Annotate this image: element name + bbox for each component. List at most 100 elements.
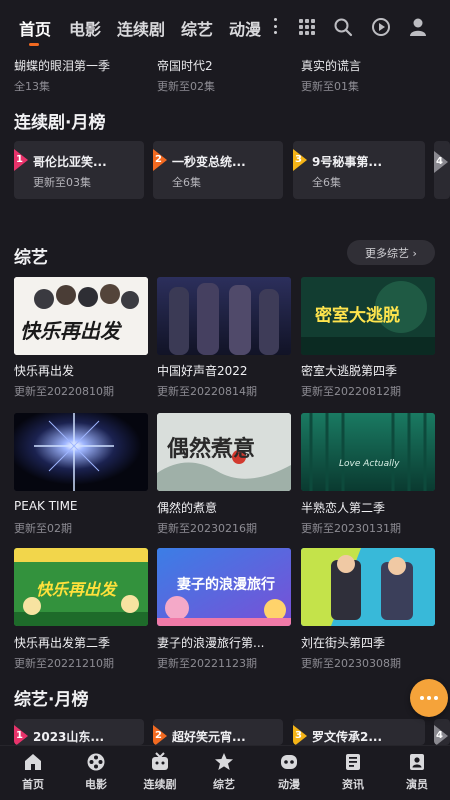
tabs-overflow-indicator [274, 18, 277, 34]
rank-item-name: 超好笑元宵... [172, 730, 246, 744]
variety-title[interactable]: PEAK TIME [14, 499, 78, 513]
recent-item-title[interactable]: 真实的谎言 [301, 57, 361, 74]
variety-title[interactable]: 妻子的浪漫旅行第... [157, 634, 264, 651]
recent-item-sub: 更新至02集 [157, 80, 215, 93]
poster-title-art: 偶然煮意 [167, 436, 256, 462]
variety-sub: 更新至20220812期 [301, 385, 401, 398]
poster-title-art: Love Actually [339, 459, 400, 469]
rank-badge: 4 [434, 725, 448, 745]
variety-poster[interactable]: Love Actually [301, 413, 435, 491]
play-history-icon[interactable] [371, 17, 391, 37]
variety-rank-card[interactable]: 4 [434, 719, 450, 745]
bottom-nav-variety[interactable]: 综艺 [199, 752, 249, 792]
bottom-nav-label: 首页 [22, 778, 44, 791]
variety-title[interactable]: 刘在街头第四季 [301, 634, 385, 651]
bottom-nav-label: 资讯 [342, 778, 364, 791]
variety-poster[interactable] [301, 548, 435, 626]
variety-sub: 更新至20230131期 [301, 522, 401, 535]
rank-badge: 1 [14, 149, 28, 171]
variety-rank-heading: 综艺·月榜 [14, 690, 89, 710]
rank-badge: 2 [153, 725, 167, 745]
rank-item-sub: 全6集 [312, 176, 341, 189]
news-icon [343, 752, 363, 772]
variety-title[interactable]: 中国好声音2022 [157, 362, 248, 379]
recent-item-sub: 更新至01集 [301, 80, 359, 93]
rank-item-sub: 全6集 [172, 176, 201, 189]
bottom-nav-label: 演员 [406, 778, 428, 791]
recent-item-title[interactable]: 帝国时代2 [157, 57, 213, 74]
user-profile-icon[interactable] [408, 17, 428, 37]
tab-home[interactable]: 首页 [19, 16, 51, 40]
bottom-navigation: 首页 电影 连续剧 综艺 动漫 资讯 演员 [0, 745, 450, 800]
film-reel-icon [86, 752, 106, 772]
variety-sub: 更新至02期 [14, 522, 72, 535]
star-icon [214, 752, 234, 772]
tab-variety[interactable]: 综艺 [181, 16, 213, 40]
actor-icon [407, 752, 427, 772]
recent-item-sub: 全13集 [14, 80, 50, 93]
tab-anime[interactable]: 动漫 [229, 16, 261, 40]
poster-title-art: 妻子的浪漫旅行 [177, 577, 275, 593]
rank-badge: 3 [293, 725, 307, 745]
rank-item-name: 2023山东... [33, 730, 105, 744]
bottom-nav-label: 动漫 [278, 778, 300, 791]
variety-poster[interactable]: 偶然煮意 [157, 413, 291, 491]
variety-sub: 更新至20220814期 [157, 385, 257, 398]
series-rank-card[interactable]: 1 哥伦比亚笑... 更新至03集 [14, 141, 144, 199]
bottom-nav-news[interactable]: 资讯 [328, 752, 378, 792]
rank-badge: 1 [14, 725, 28, 745]
bottom-nav-label: 综艺 [213, 778, 235, 791]
search-icon[interactable] [333, 17, 353, 37]
bottom-nav-home[interactable]: 首页 [8, 752, 58, 792]
bottom-nav-label: 电影 [85, 778, 107, 791]
more-options-fab[interactable] [410, 679, 448, 717]
variety-poster[interactable] [14, 413, 148, 491]
active-tab-indicator [29, 43, 39, 46]
home-icon [23, 752, 43, 772]
variety-poster[interactable]: 快乐再出发 [14, 277, 148, 355]
tv-icon [150, 752, 170, 772]
variety-sub: 更新至20230216期 [157, 522, 257, 535]
tab-series[interactable]: 连续剧 [117, 16, 165, 40]
series-rank-card[interactable]: 2 一秒变总统... 全6集 [153, 141, 283, 199]
variety-sub: 更新至20221210期 [14, 657, 114, 670]
poster-title-art: 密室大逃脱 [315, 306, 400, 326]
variety-poster[interactable] [157, 277, 291, 355]
variety-title[interactable]: 快乐再出发 [14, 362, 74, 379]
variety-rank-card[interactable]: 1 2023山东... [14, 719, 144, 745]
rank-badge: 2 [153, 149, 167, 171]
rank-item-name: 哥伦比亚笑... [33, 155, 107, 169]
rank-item-sub: 更新至03集 [33, 176, 91, 189]
series-rank-card[interactable]: 4 [434, 141, 450, 199]
variety-sub: 更新至20230308期 [301, 657, 401, 670]
variety-title[interactable]: 偶然的煮意 [157, 499, 217, 516]
rank-item-name: 罗文传承2... [312, 730, 383, 744]
variety-sub: 更新至20221123期 [157, 657, 257, 670]
bottom-nav-movie[interactable]: 电影 [71, 752, 121, 792]
bottom-nav-anime[interactable]: 动漫 [264, 752, 314, 792]
variety-poster[interactable]: 快乐再出发 [14, 548, 148, 626]
poster-title-art: 快乐再出发 [36, 580, 117, 599]
variety-heading: 综艺 [14, 248, 48, 268]
series-rank-card[interactable]: 3 9号秘事第... 全6集 [293, 141, 425, 199]
variety-title[interactable]: 半熟恋人第二季 [301, 499, 385, 516]
variety-rank-card[interactable]: 2 超好笑元宵... [153, 719, 283, 745]
rank-item-name: 一秒变总统... [172, 155, 246, 169]
variety-poster[interactable]: 密室大逃脱 [301, 277, 435, 355]
tab-movie[interactable]: 电影 [69, 16, 101, 40]
variety-poster[interactable]: 妻子的浪漫旅行 [157, 548, 291, 626]
grid-menu-icon[interactable] [297, 17, 317, 37]
variety-sub: 更新至20220810期 [14, 385, 114, 398]
bottom-nav-actors[interactable]: 演员 [392, 752, 442, 792]
variety-title[interactable]: 快乐再出发第二季 [14, 634, 110, 651]
more-variety-button[interactable]: 更多综艺 › [347, 240, 435, 265]
top-navigation: 首页 电影 连续剧 综艺 动漫 [0, 0, 450, 46]
series-rank-heading: 连续剧·月榜 [14, 113, 106, 133]
anime-face-icon [279, 752, 299, 772]
rank-item-name: 9号秘事第... [312, 155, 383, 169]
variety-title[interactable]: 密室大逃脱第四季 [301, 362, 397, 379]
poster-title-art: 快乐再出发 [20, 319, 120, 343]
recent-item-title[interactable]: 蝴蝶的眼泪第一季 [14, 57, 110, 74]
bottom-nav-series[interactable]: 连续剧 [135, 752, 185, 792]
variety-rank-card[interactable]: 3 罗文传承2... [293, 719, 425, 745]
